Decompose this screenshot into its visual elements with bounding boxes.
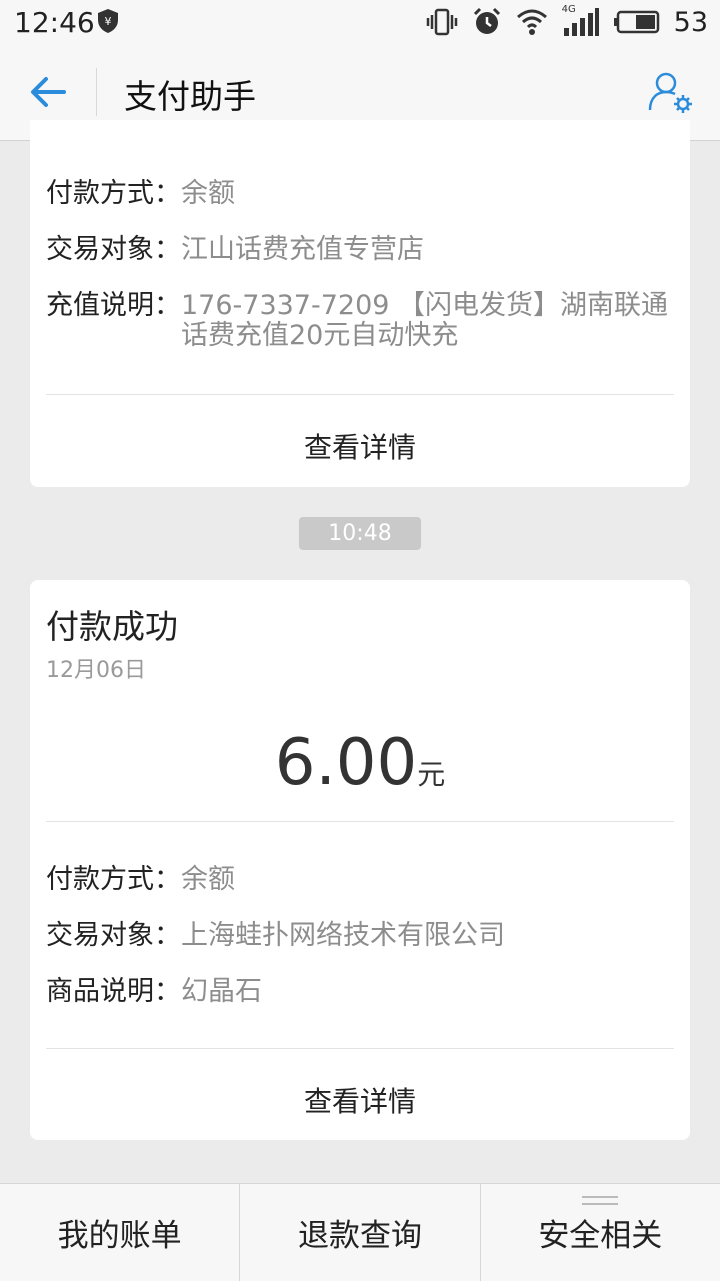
nav-my-bills[interactable]: 我的账单 — [0, 1184, 241, 1281]
row-value: 余额 — [181, 864, 235, 895]
info-row: 充值说明： 176-7337-7209 【闪电发货】湖南联通 话费充值20元自动… — [46, 290, 674, 351]
battery-level: 53 — [673, 6, 708, 38]
info-row: 交易对象： 江山话费充值专营店 — [46, 236, 674, 264]
header-separator — [96, 68, 97, 116]
transaction-card-1: 付款方式： 余额 交易对象： 江山话费充值专营店 充值说明： 176-7337-… — [30, 120, 690, 487]
amount: 6.00元 — [30, 726, 690, 800]
vibrate-icon — [426, 8, 457, 36]
nav-label: 我的账单 — [57, 1218, 182, 1254]
amount-unit: 元 — [417, 758, 446, 791]
status-time: 12:46 — [14, 6, 95, 39]
svg-text:¥: ¥ — [105, 15, 112, 28]
info-row: 商品说明： 幻晶石 — [46, 978, 674, 1006]
row-value: 江山话费充值专营店 — [181, 234, 424, 265]
row-key: 充值说明： — [46, 290, 181, 321]
back-arrow-icon[interactable] — [28, 72, 68, 112]
row-key: 付款方式： — [46, 864, 181, 895]
card-title: 付款成功 — [46, 607, 178, 646]
nav-label: 安全相关 — [538, 1218, 663, 1254]
row-key: 商品说明： — [46, 976, 181, 1007]
card-divider — [46, 1048, 674, 1049]
alarm-icon — [473, 7, 500, 34]
card-date: 12月06日 — [46, 658, 146, 683]
status-bar: 12:46 ¥ 4G 53 — [0, 0, 720, 44]
user-settings-icon[interactable] — [648, 70, 694, 116]
transaction-card-2: 付款成功 12月06日 6.00元 付款方式： 余额 交易对象： 上海蛙扑网络技… — [30, 580, 690, 1140]
nav-refund-query[interactable]: 退款查询 — [240, 1184, 481, 1281]
card-divider — [46, 821, 674, 822]
view-details-button[interactable]: 查看详情 — [30, 426, 690, 466]
battery-icon — [613, 10, 659, 34]
info-row: 交易对象： 上海蛙扑网络技术有限公司 — [46, 922, 674, 950]
view-details-button[interactable]: 查看详情 — [30, 1080, 690, 1120]
row-key: 付款方式： — [46, 178, 181, 209]
shield-yen-icon: ¥ — [98, 9, 118, 33]
time-divider: 10:48 — [299, 517, 421, 550]
submenu-indicator-icon — [582, 1196, 619, 1210]
row-value: 上海蛙扑网络技术有限公司 — [181, 920, 505, 951]
wifi-icon — [516, 9, 547, 35]
info-row: 付款方式： 余额 — [46, 866, 674, 894]
bottom-nav: 我的账单 退款查询 安全相关 — [0, 1183, 720, 1281]
signal-icon: 4G — [562, 4, 600, 38]
nav-security[interactable]: 安全相关 — [481, 1184, 720, 1281]
row-key: 交易对象： — [46, 920, 181, 951]
info-row: 付款方式： 余额 — [46, 180, 674, 208]
row-key: 交易对象： — [46, 234, 181, 265]
nav-label: 退款查询 — [297, 1218, 422, 1254]
page-title: 支付助手 — [124, 77, 256, 116]
row-value: 余额 — [181, 178, 235, 209]
card-divider — [46, 394, 674, 395]
amount-value: 6.00 — [274, 726, 418, 800]
row-value: 幻晶石 — [181, 976, 262, 1007]
row-value: 176-7337-7209 【闪电发货】湖南联通 话费充值20元自动快充 — [181, 290, 669, 351]
status-icons: 4G 53 — [426, 4, 708, 38]
